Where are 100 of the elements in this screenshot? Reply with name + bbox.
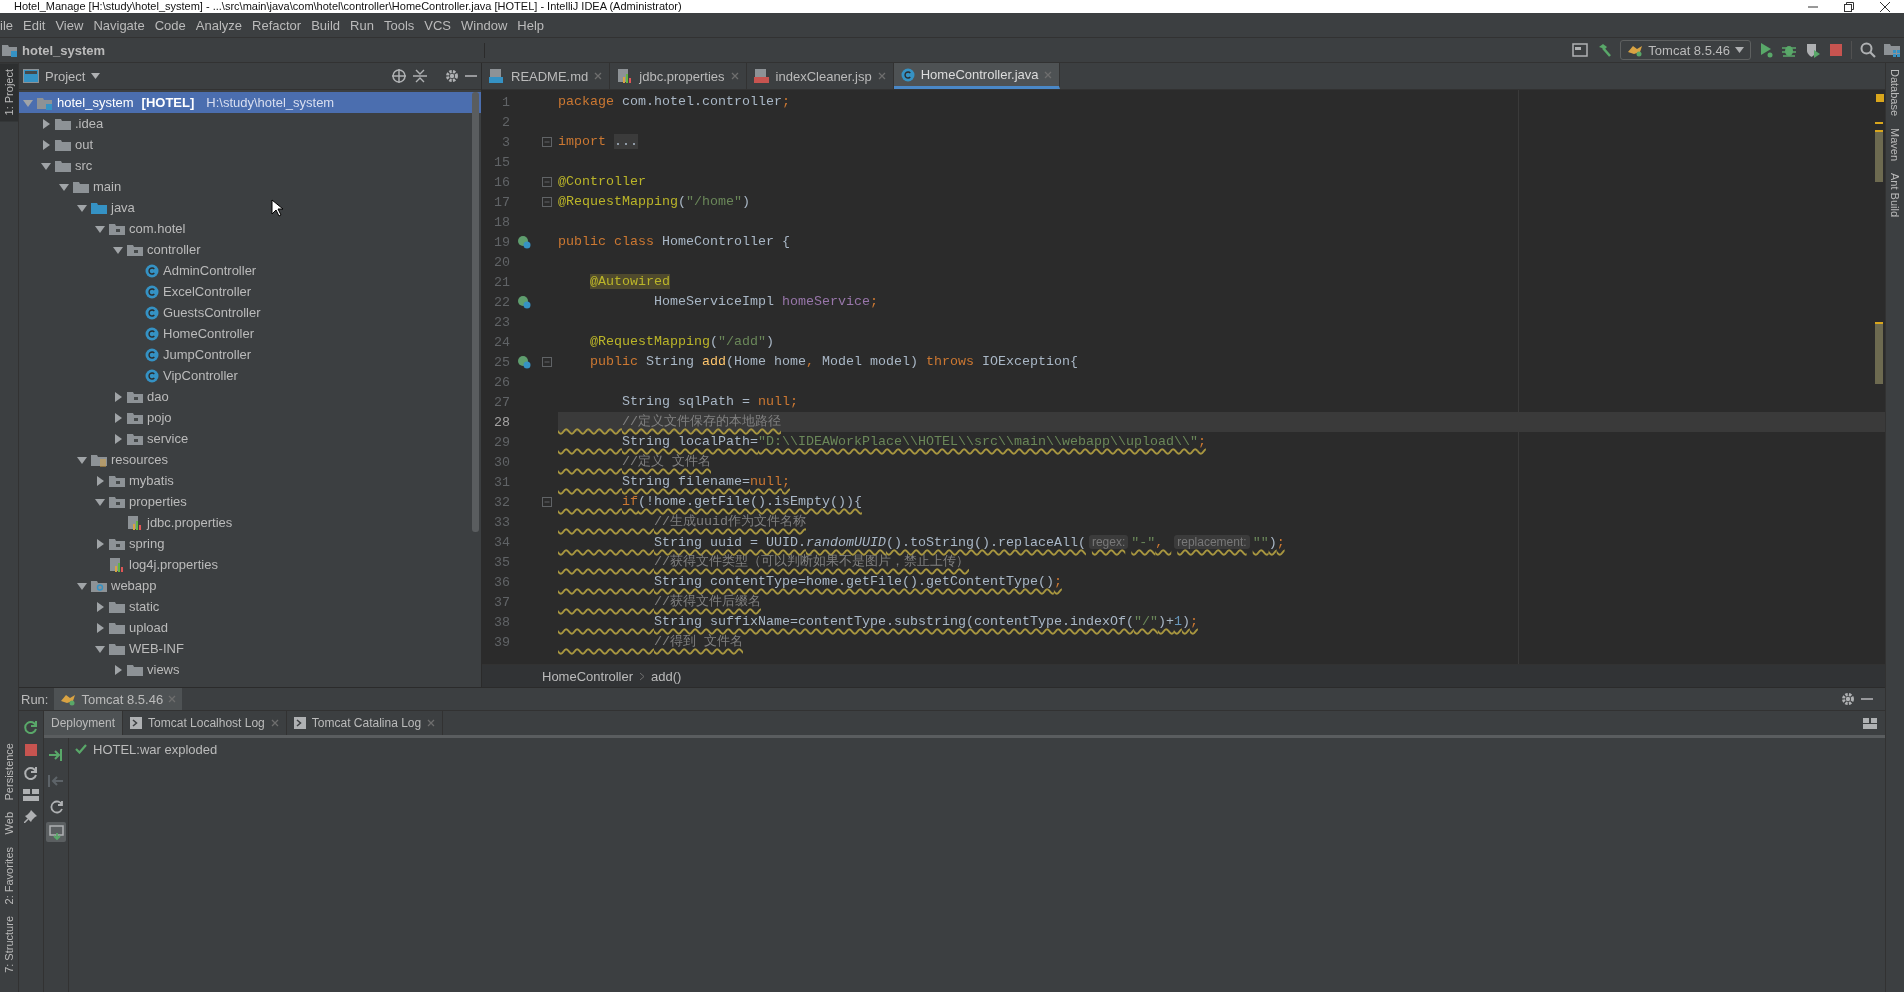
- fold-icon[interactable]: [542, 357, 552, 367]
- tree-item[interactable]: views: [19, 659, 481, 680]
- tree-item[interactable]: mybatis: [19, 470, 481, 491]
- menu-item[interactable]: Analyze: [190, 17, 247, 33]
- tool-window-button[interactable]: 1: Project: [0, 63, 18, 122]
- expanded-arrow-icon[interactable]: [77, 580, 87, 591]
- tree-item[interactable]: properties: [19, 491, 481, 512]
- breadcrumb-item[interactable]: hotel_system: [22, 42, 485, 58]
- tree-item[interactable]: dao: [19, 386, 481, 407]
- stop-icon[interactable]: [1829, 43, 1843, 57]
- tree-item[interactable]: GuestsController: [19, 302, 481, 323]
- editor-tab[interactable]: HomeController.java: [893, 63, 1061, 89]
- expanded-arrow-icon[interactable]: [77, 202, 87, 213]
- tree-item[interactable]: AdminController: [19, 260, 481, 281]
- collapsed-arrow-icon[interactable]: [95, 538, 105, 549]
- tree-item[interactable]: spring: [19, 533, 481, 554]
- tree-item[interactable]: controller: [19, 239, 481, 260]
- artifact-item[interactable]: HOTEL:war exploded: [93, 741, 218, 757]
- tree-item[interactable]: .idea: [19, 113, 481, 134]
- editor-tab[interactable]: indexCleaner.jsp: [746, 63, 894, 89]
- fold-icon[interactable]: [542, 177, 552, 187]
- tree-item[interactable]: static: [19, 596, 481, 617]
- refresh-icon[interactable]: [23, 765, 39, 781]
- fold-icon[interactable]: [542, 197, 552, 207]
- layout-icon[interactable]: [1863, 717, 1877, 729]
- expanded-arrow-icon[interactable]: [95, 496, 105, 507]
- tool-window-button[interactable]: Maven: [1886, 122, 1904, 168]
- tree-item[interactable]: com.hotel: [19, 218, 481, 239]
- tree-item[interactable]: service: [19, 428, 481, 449]
- menu-item[interactable]: View: [50, 17, 89, 33]
- tree-item[interactable]: pojo: [19, 407, 481, 428]
- editor-tab[interactable]: jdbc.properties: [610, 63, 747, 89]
- run-tab[interactable]: Tomcat 8.5.46: [54, 688, 183, 710]
- deploy-selected-button[interactable]: [46, 822, 66, 842]
- project-structure-icon[interactable]: [1884, 42, 1900, 58]
- menu-item[interactable]: Refactor: [247, 17, 307, 33]
- tree-item[interactable]: main: [19, 176, 481, 197]
- restore-icon[interactable]: [1844, 1, 1854, 12]
- bean-gutter-icon[interactable]: [517, 355, 531, 369]
- tree-item[interactable]: hotel_system [HOTEL] H:\study\hotel_system: [19, 92, 481, 113]
- settings-icon[interactable]: [1841, 692, 1855, 706]
- editor-tab[interactable]: README.md: [482, 63, 611, 89]
- tool-window-button[interactable]: 7: Structure: [0, 910, 18, 979]
- run-configuration-dropdown[interactable]: Tomcat 8.5.46: [1620, 40, 1751, 60]
- tree-item[interactable]: upload: [19, 617, 481, 638]
- rerun-icon[interactable]: [23, 719, 39, 735]
- expanded-arrow-icon[interactable]: [95, 643, 105, 654]
- menu-item[interactable]: Edit: [18, 17, 51, 33]
- tool-window-button[interactable]: Ant Build: [1886, 167, 1904, 224]
- menu-item[interactable]: Run: [345, 17, 379, 33]
- menu-item[interactable]: Help: [512, 17, 550, 33]
- stop-icon[interactable]: [24, 743, 38, 757]
- tool-window-button[interactable]: 2: Favorites: [0, 840, 18, 911]
- bean-gutter-icon[interactable]: [517, 295, 531, 309]
- collapsed-arrow-icon[interactable]: [95, 622, 105, 633]
- menu-item[interactable]: Window: [456, 17, 513, 33]
- expanded-arrow-icon[interactable]: [77, 454, 87, 465]
- tool-window-button[interactable]: Database: [1886, 63, 1904, 123]
- run-icon[interactable]: [1759, 42, 1773, 58]
- log-tab[interactable]: Tomcat Catalina Log: [286, 711, 444, 735]
- collapsed-arrow-icon[interactable]: [41, 139, 51, 150]
- tree-item[interactable]: out: [19, 134, 481, 155]
- breadcrumb-item[interactable]: add(): [651, 668, 682, 684]
- shield-play-icon[interactable]: [1805, 42, 1821, 58]
- tree-item[interactable]: webapp: [19, 575, 481, 596]
- terminal-window-icon[interactable]: [1572, 43, 1589, 57]
- menu-item[interactable]: Build: [306, 17, 346, 33]
- tool-window-button[interactable]: Persistence: [0, 736, 18, 807]
- layout-icon[interactable]: [23, 789, 39, 801]
- tree-item[interactable]: java: [19, 197, 481, 218]
- collapsed-arrow-icon[interactable]: [113, 433, 123, 444]
- caret-icon[interactable]: [91, 73, 101, 79]
- collapsed-arrow-icon[interactable]: [41, 118, 51, 129]
- close-icon[interactable]: [1880, 1, 1890, 12]
- log-tab[interactable]: Tomcat Localhost Log: [123, 711, 287, 735]
- tree-item[interactable]: resources: [19, 449, 481, 470]
- pin-icon[interactable]: [24, 809, 38, 823]
- tree-item[interactable]: JumpController: [19, 344, 481, 365]
- breadcrumb-item[interactable]: HomeController: [542, 668, 634, 684]
- menu-item[interactable]: VCS: [419, 17, 457, 33]
- tree-item[interactable]: ExcelController: [19, 281, 481, 302]
- fold-icon[interactable]: [542, 497, 552, 507]
- tree-item[interactable]: jdbc.properties: [19, 512, 481, 533]
- collapsed-arrow-icon[interactable]: [113, 412, 123, 423]
- expanded-arrow-icon[interactable]: [59, 181, 69, 192]
- menu-item[interactable]: ile: [0, 17, 18, 33]
- tool-window-button[interactable]: Web: [0, 806, 18, 841]
- menu-item[interactable]: Navigate: [88, 17, 150, 33]
- collapsed-arrow-icon[interactable]: [113, 391, 123, 402]
- bean-gutter-icon[interactable]: [517, 235, 531, 249]
- settings-icon[interactable]: [445, 69, 459, 83]
- menu-item[interactable]: Code: [149, 17, 191, 33]
- fold-icon[interactable]: [542, 137, 552, 147]
- menu-item[interactable]: Tools: [378, 17, 420, 33]
- collapsed-arrow-icon[interactable]: [95, 601, 105, 612]
- tree-item[interactable]: WEB-INF: [19, 638, 481, 659]
- collapsed-arrow-icon[interactable]: [113, 664, 123, 675]
- collapse-all-icon[interactable]: [413, 69, 427, 83]
- locate-icon[interactable]: [391, 68, 407, 84]
- expanded-arrow-icon[interactable]: [113, 244, 123, 255]
